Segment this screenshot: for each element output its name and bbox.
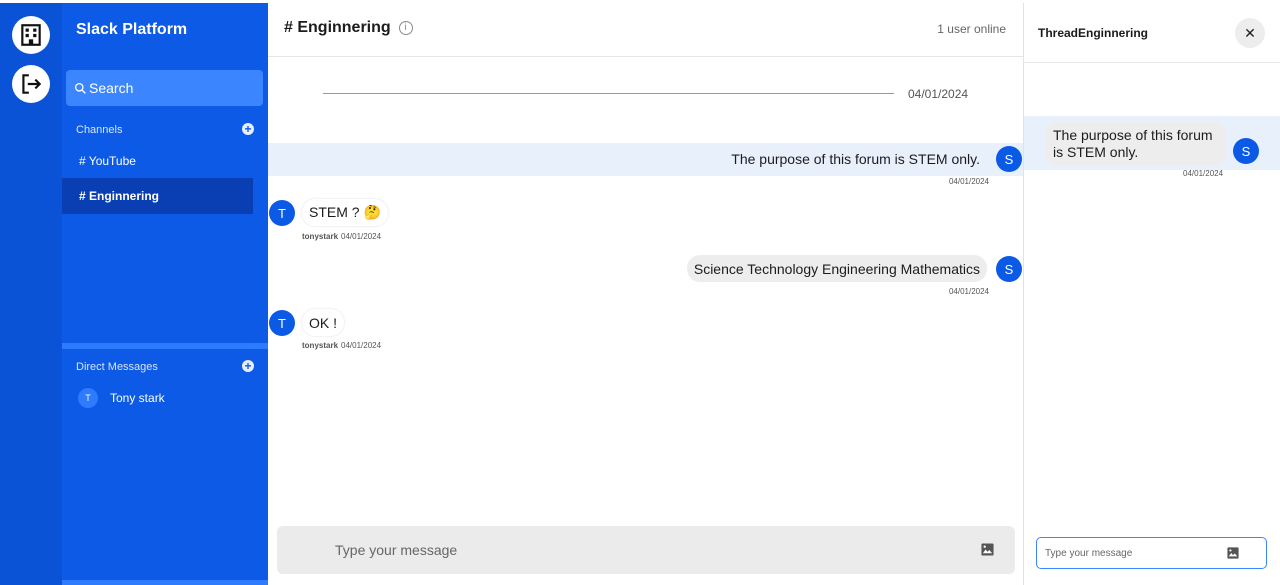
online-status: 1 user online (937, 22, 1006, 36)
thread-message-row: The purpose of this forum is STEM only. … (1024, 116, 1280, 178)
thread-message-date: 04/01/2024 (1183, 169, 1224, 178)
logout-icon (22, 74, 42, 94)
message-meta: tonystark 04/01/2024 (302, 341, 381, 350)
message-input-placeholder: Type your message (335, 542, 458, 558)
channel-item-enginnering[interactable]: # Enginnering (62, 178, 253, 214)
avatar: T (78, 388, 98, 408)
channel-item-youtube[interactable]: # YouTube (62, 143, 253, 179)
close-icon: ✕ (1244, 24, 1256, 41)
avatar[interactable]: T (269, 200, 295, 226)
message-user: tonystark (302, 232, 339, 241)
avatar[interactable]: S (1233, 138, 1259, 164)
info-icon[interactable]: i (398, 21, 413, 35)
message-input[interactable]: Type your message (277, 526, 1015, 574)
thread-title: ThreadEnginnering (1038, 26, 1149, 40)
close-thread-button[interactable]: ✕ (1235, 18, 1265, 48)
workspace-title: Slack Platform (76, 21, 188, 38)
message-user: tonystark (302, 341, 339, 350)
message-bubble[interactable]: The purpose of this forum is STEM only. (724, 145, 987, 172)
channel-title: # Enginnering i (284, 19, 413, 37)
message-bubble[interactable]: STEM ? 🤔 (302, 199, 388, 226)
date-divider-label: 04/01/2024 (908, 87, 969, 101)
avatar[interactable]: T (269, 310, 295, 336)
channel-title-text: # Enginnering (284, 19, 391, 36)
thread-image-upload-icon[interactable] (1227, 547, 1239, 559)
chat-main: # Enginnering i 1 user online 04/01/2024… (268, 3, 1023, 585)
message-date: 04/01/2024 (341, 232, 382, 241)
message-date: 04/01/2024 (948, 287, 989, 296)
workspace-button[interactable] (12, 16, 50, 54)
message-date: 04/01/2024 (948, 177, 989, 186)
thread-input-placeholder: Type your message (1045, 547, 1133, 559)
thread-message-bubble[interactable]: The purpose of this forum is STEM only. (1046, 122, 1226, 166)
add-channel-icon[interactable]: + (242, 123, 254, 135)
sidebar-divider (62, 343, 268, 349)
message-bubble[interactable]: Science Technology Engineering Mathemati… (686, 255, 987, 282)
avatar[interactable]: S (996, 256, 1022, 282)
message-meta: tonystark 04/01/2024 (302, 232, 381, 241)
sidebar: Slack Platform Search Channels + # YouTu… (62, 3, 268, 585)
search-icon (74, 82, 86, 94)
direct-messages-label: Direct Messages (76, 361, 158, 373)
message-bubble[interactable]: OK ! (302, 309, 345, 336)
message-date: 04/01/2024 (341, 341, 382, 350)
date-divider (323, 93, 894, 94)
search-placeholder: Search (89, 80, 134, 96)
workspace-rail (0, 3, 62, 585)
image-upload-icon[interactable] (981, 543, 994, 556)
search-input[interactable]: Search (66, 70, 263, 106)
dm-name: Tony stark (110, 391, 165, 405)
sidebar-bottom-strip (62, 580, 268, 585)
dm-item-tony-stark[interactable]: T Tony stark (78, 388, 165, 408)
thread-header: ThreadEnginnering ✕ (1024, 3, 1280, 63)
building-icon (21, 24, 41, 46)
add-dm-icon[interactable]: + (242, 360, 254, 372)
logout-button[interactable] (12, 65, 50, 103)
channels-label: Channels (76, 124, 123, 136)
chat-header: # Enginnering i 1 user online (268, 3, 1023, 57)
avatar[interactable]: S (996, 146, 1022, 172)
thread-panel: ThreadEnginnering ✕ The purpose of this … (1023, 3, 1280, 585)
